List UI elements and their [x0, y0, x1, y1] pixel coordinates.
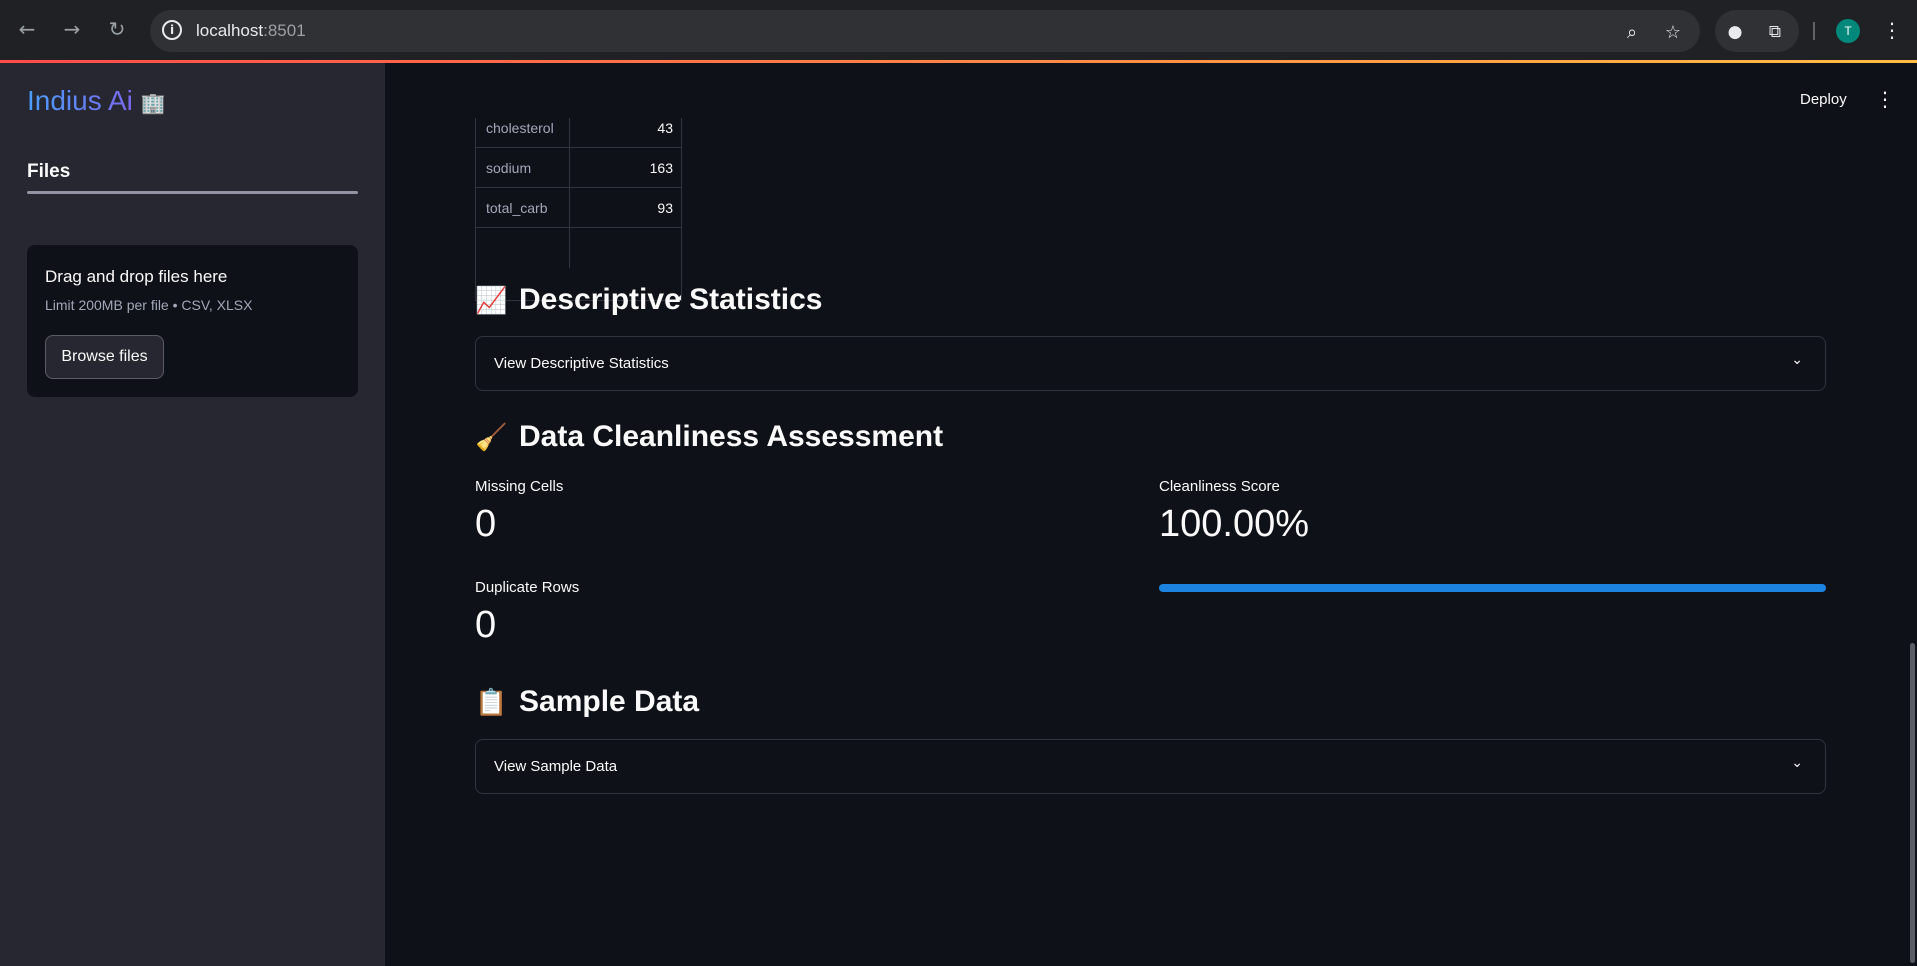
main-menu-icon[interactable]: ⋮	[1875, 87, 1895, 111]
sample-data-heading: 📋 Sample Data	[475, 685, 699, 719]
cell-divider	[569, 118, 570, 148]
cell-divider	[569, 188, 570, 228]
browser-menu-icon[interactable]: ⋮	[1880, 16, 1904, 44]
back-icon[interactable]: ←	[12, 14, 42, 44]
extensions-group: ● ⧉	[1715, 10, 1799, 52]
url-text[interactable]: localhost:8501	[196, 21, 306, 41]
progress-fill	[1159, 584, 1826, 592]
brand-name: Indius Ai	[27, 85, 133, 116]
extension-icon[interactable]: ●	[1723, 20, 1747, 44]
puzzle-icon[interactable]: ⧉	[1763, 20, 1787, 44]
main-content: Deploy ⋮ cholesterol 43 sodium 163 total…	[385, 63, 1917, 966]
cleanliness-score-label: Cleanliness Score	[1159, 478, 1280, 495]
row-value: 43	[657, 120, 673, 136]
section-title-text: Descriptive Statistics	[519, 283, 823, 316]
site-info-icon[interactable]: i	[162, 20, 182, 40]
scrollbar[interactable]	[1910, 643, 1915, 963]
zoom-icon[interactable]: ⌕	[1620, 20, 1644, 44]
chevron-down-icon: ⌄	[1791, 755, 1803, 771]
brand-title: Indius Ai 🏢	[27, 85, 166, 117]
tab-files[interactable]: Files	[27, 161, 70, 183]
duplicate-rows-label: Duplicate Rows	[475, 579, 580, 596]
reload-icon[interactable]: ↻	[102, 14, 132, 44]
expander-label: View Descriptive Statistics	[494, 355, 669, 372]
descriptive-statistics-expander[interactable]: View Descriptive Statistics ⌄	[475, 336, 1826, 391]
descriptive-statistics-heading: 📈 Descriptive Statistics	[475, 283, 822, 317]
broom-icon: 🧹	[475, 423, 508, 453]
clipboard-icon: 📋	[475, 688, 508, 718]
cleanliness-progress-bar	[1159, 584, 1826, 592]
browser-toolbar: ← → ↻ i localhost:8501 ⌕ ☆ ● ⧉ T ⋮	[0, 0, 1917, 60]
missing-cells-label: Missing Cells	[475, 478, 564, 495]
row-value: 93	[657, 200, 673, 216]
forward-icon[interactable]: →	[57, 14, 87, 44]
missing-values-table[interactable]: cholesterol 43 sodium 163 total_carb 93	[475, 118, 682, 301]
dropzone-limit: Limit 200MB per file • CSV, XLSX	[45, 297, 253, 313]
row-column-name: sodium	[486, 160, 532, 176]
row-column-name: cholesterol	[486, 120, 554, 136]
missing-cells-value: 0	[475, 503, 497, 545]
row-value: 163	[649, 160, 673, 176]
cell-divider	[569, 148, 570, 188]
bookmark-star-icon[interactable]: ☆	[1661, 20, 1685, 44]
data-cleanliness-heading: 🧹 Data Cleanliness Assessment	[475, 420, 943, 454]
sample-data-expander[interactable]: View Sample Data ⌄	[475, 739, 1826, 794]
table-row	[476, 228, 681, 268]
chevron-down-icon: ⌄	[1791, 352, 1803, 368]
expander-label: View Sample Data	[494, 758, 618, 775]
section-title-text: Data Cleanliness Assessment	[519, 420, 944, 453]
tab-underline	[27, 191, 358, 194]
file-dropzone[interactable]: Drag and drop files here Limit 200MB per…	[27, 245, 358, 397]
row-column-name: total_carb	[486, 200, 548, 216]
chart-increasing-icon: 📈	[475, 286, 508, 316]
table-row: total_carb 93	[476, 188, 681, 228]
table-row: cholesterol 43	[476, 118, 681, 148]
browse-files-button[interactable]: Browse files	[45, 335, 164, 379]
toolbar-divider	[1813, 22, 1815, 40]
sidebar: Indius Ai 🏢 Files Drag and drop files he…	[0, 63, 385, 966]
dropzone-title: Drag and drop files here	[45, 267, 228, 286]
duplicate-rows-value: 0	[475, 604, 497, 646]
cleanliness-score-value: 100.00%	[1159, 503, 1310, 545]
deploy-button[interactable]: Deploy	[1800, 91, 1847, 108]
cell-divider	[569, 228, 570, 268]
office-building-icon: 🏢	[140, 91, 166, 115]
address-bar[interactable]: i localhost:8501 ⌕ ☆	[150, 10, 1700, 52]
profile-avatar[interactable]: T	[1836, 19, 1860, 43]
section-title-text: Sample Data	[519, 685, 700, 718]
table-row: sodium 163	[476, 148, 681, 188]
